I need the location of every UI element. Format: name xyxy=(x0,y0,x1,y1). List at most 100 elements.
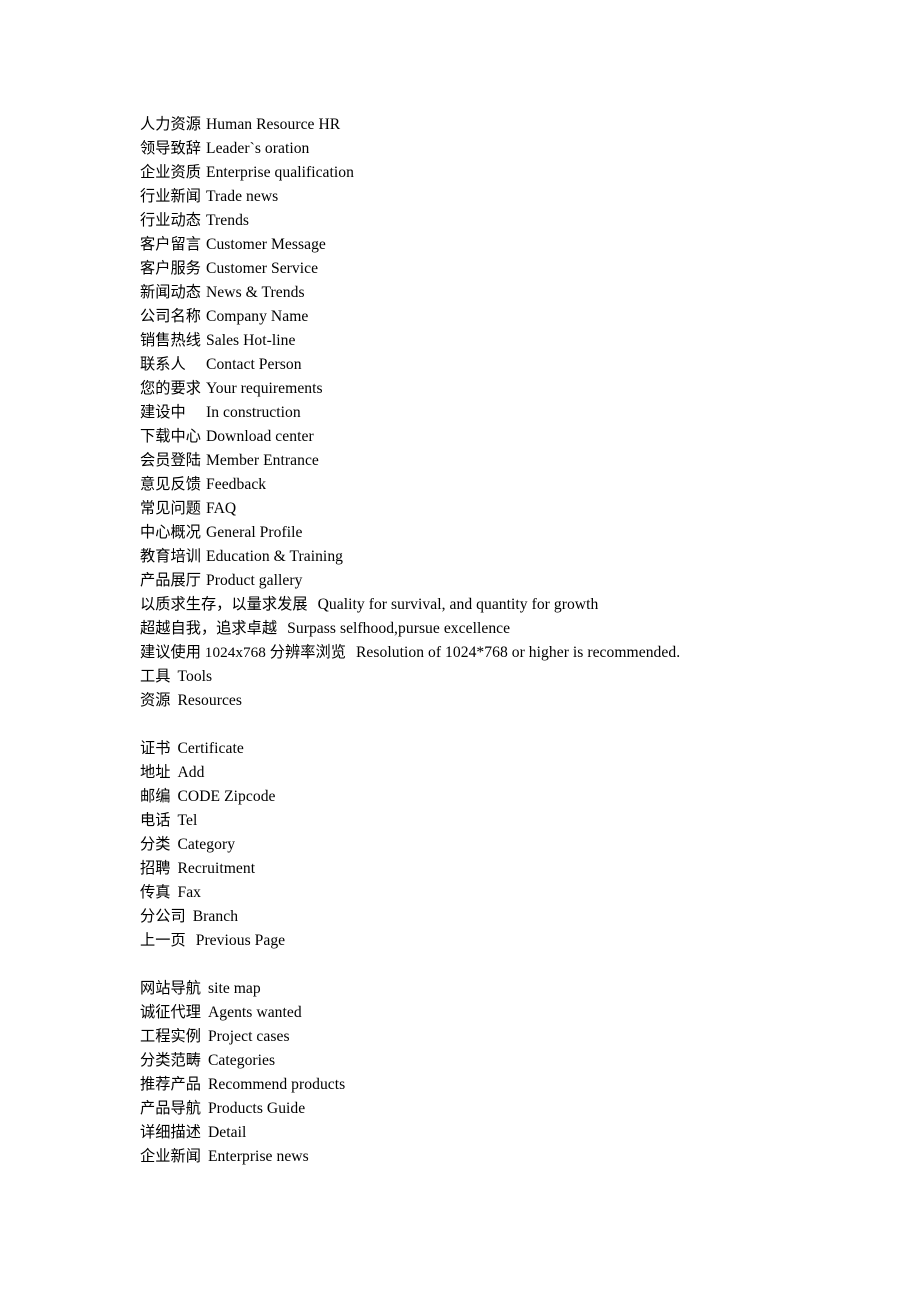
glossary-term: 企业资质 xyxy=(140,164,201,181)
glossary-block-1: 人力资源 Human Resource HR 领导致辞 Leader`s orati… xyxy=(140,113,840,713)
glossary-term: 传真 xyxy=(140,884,171,901)
block-separator xyxy=(140,713,840,737)
glossary-gloss: Quality for survival, and quantity for g… xyxy=(317,596,599,613)
glossary-gloss: Human Resource HR xyxy=(206,116,341,133)
glossary-entry: 领导致辞 Leader`s oration xyxy=(140,137,840,161)
glossary-entry: 产品展厅 Product gallery xyxy=(140,569,840,593)
glossary-gloss: Categories xyxy=(207,1052,276,1069)
glossary-entry: 诚征代理 Agents wanted xyxy=(140,1001,840,1025)
glossary-entry: 建设中 In construction xyxy=(140,401,840,425)
glossary-entry: 工具 Tools xyxy=(140,665,840,689)
glossary-entry: 常见问题 FAQ xyxy=(140,497,840,521)
glossary-entry: 新闻动态 News & Trends xyxy=(140,281,840,305)
glossary-entry: 销售热线 Sales Hot-line xyxy=(140,329,840,353)
glossary-entry: 证书 Certificate xyxy=(140,737,840,761)
glossary-entry-long: 超越自我，追求卓越 Surpass selfhood,pursue excelle… xyxy=(140,617,840,641)
glossary-term: 客户服务 xyxy=(140,260,201,277)
glossary-entry: 详细描述 Detail xyxy=(140,1121,840,1145)
glossary-term: 以质求生存，以量求发展 xyxy=(140,596,308,613)
glossary-gloss: Customer Service xyxy=(206,260,319,277)
glossary-entry: 联系人 Contact Person xyxy=(140,353,840,377)
glossary-entry: 人力资源 Human Resource HR xyxy=(140,113,840,137)
glossary-term: 行业新闻 xyxy=(140,188,201,205)
glossary-entry: 企业资质 Enterprise qualification xyxy=(140,161,840,185)
glossary-gloss: Project cases xyxy=(207,1028,290,1045)
glossary-gloss: CODE Zipcode xyxy=(177,788,276,805)
glossary-block-3: 网站导航 site map 诚征代理 Agents wanted 工程实例 Proje… xyxy=(140,977,840,1169)
glossary-gloss: Product gallery xyxy=(206,572,303,589)
glossary-term: 建设中 xyxy=(140,404,186,421)
glossary-entry: 下载中心 Download center xyxy=(140,425,840,449)
glossary-gloss: FAQ xyxy=(206,500,237,517)
glossary-entry: 中心概况 General Profile xyxy=(140,521,840,545)
glossary-gloss: Download center xyxy=(206,428,314,445)
glossary-entry: 推荐产品 Recommend products xyxy=(140,1073,840,1097)
glossary-gloss: Education & Training xyxy=(206,548,344,565)
glossary-gloss: Leader`s oration xyxy=(206,140,310,157)
glossary-entry-long: 建议使用 1024x768 分辨率浏览 Resolution of 1024*76… xyxy=(140,641,840,665)
glossary-term: 产品导航 xyxy=(140,1100,201,1117)
glossary-term: 上一页 xyxy=(140,932,186,949)
glossary-term: 招聘 xyxy=(140,860,171,877)
glossary-gloss: Member Entrance xyxy=(206,452,319,469)
glossary-gloss: Company Name xyxy=(206,308,309,325)
glossary-gloss: Previous Page xyxy=(195,932,286,949)
glossary-gloss: In construction xyxy=(206,404,301,421)
glossary-term: 分公司 xyxy=(140,908,186,925)
glossary-entry: 分类范畴 Categories xyxy=(140,1049,840,1073)
glossary-gloss: Customer Message xyxy=(206,236,326,253)
glossary-gloss: Feedback xyxy=(206,476,267,493)
glossary-term: 产品展厅 xyxy=(140,572,201,589)
block-separator xyxy=(140,953,840,977)
glossary-gloss: Surpass selfhood,pursue excellence xyxy=(287,620,511,637)
glossary-term: 邮编 xyxy=(140,788,171,805)
glossary-gloss: Contact Person xyxy=(206,356,302,373)
glossary-gloss: Trends xyxy=(206,212,250,229)
glossary-gloss: Add xyxy=(177,764,205,781)
glossary-gloss: Fax xyxy=(177,884,202,901)
glossary-entry: 意见反馈 Feedback xyxy=(140,473,840,497)
glossary-entry: 客户留言 Customer Message xyxy=(140,233,840,257)
glossary-term: 超越自我，追求卓越 xyxy=(140,620,278,637)
glossary-entry: 客户服务 Customer Service xyxy=(140,257,840,281)
glossary-entry: 传真 Fax xyxy=(140,881,840,905)
glossary-gloss: Branch xyxy=(192,908,239,925)
glossary-entry: 行业动态 Trends xyxy=(140,209,840,233)
glossary-term: 分类 xyxy=(140,836,171,853)
glossary-term: 网站导航 xyxy=(140,980,201,997)
glossary-term: 公司名称 xyxy=(140,308,201,325)
glossary-term: 会员登陆 xyxy=(140,452,201,469)
glossary-term: 诚征代理 xyxy=(140,1004,201,1021)
glossary-entry: 公司名称 Company Name xyxy=(140,305,840,329)
glossary-gloss: Tel xyxy=(177,812,198,829)
glossary-body: 人力资源 Human Resource HR 领导致辞 Leader`s orati… xyxy=(140,113,840,1169)
glossary-entry: 行业新闻 Trade news xyxy=(140,185,840,209)
glossary-gloss: Products Guide xyxy=(207,1100,306,1117)
glossary-entry: 产品导航 Products Guide xyxy=(140,1097,840,1121)
glossary-term: 新闻动态 xyxy=(140,284,201,301)
glossary-term: 推荐产品 xyxy=(140,1076,201,1093)
document-page: 人力资源 Human Resource HR 领导致辞 Leader`s orati… xyxy=(0,0,920,1302)
glossary-term: 联系人 xyxy=(140,356,186,373)
glossary-gloss: Enterprise news xyxy=(207,1148,309,1165)
glossary-entry: 分公司 Branch xyxy=(140,905,840,929)
glossary-term: 客户留言 xyxy=(140,236,201,253)
glossary-term: 分类范畴 xyxy=(140,1052,201,1069)
glossary-term: 工具 xyxy=(140,668,171,685)
glossary-gloss: Recommend products xyxy=(207,1076,346,1093)
glossary-gloss: Trade news xyxy=(206,188,279,205)
glossary-entry: 网站导航 site map xyxy=(140,977,840,1001)
glossary-entry: 分类 Category xyxy=(140,833,840,857)
glossary-gloss: Category xyxy=(177,836,236,853)
glossary-block-2: 证书 Certificate 地址 Add 邮编 CODE Zipcode 电话 Tel… xyxy=(140,737,840,953)
glossary-gloss: Tools xyxy=(177,668,213,685)
glossary-term: 领导致辞 xyxy=(140,140,201,157)
glossary-term: 企业新闻 xyxy=(140,1148,201,1165)
glossary-entry: 教育培训 Education & Training xyxy=(140,545,840,569)
glossary-entry: 工程实例 Project cases xyxy=(140,1025,840,1049)
glossary-term: 您的要求 xyxy=(140,380,201,397)
glossary-gloss: Resolution of 1024*768 or higher is reco… xyxy=(355,644,681,661)
glossary-entry: 招聘 Recruitment xyxy=(140,857,840,881)
glossary-term: 详细描述 xyxy=(140,1124,201,1141)
glossary-term: 行业动态 xyxy=(140,212,201,229)
